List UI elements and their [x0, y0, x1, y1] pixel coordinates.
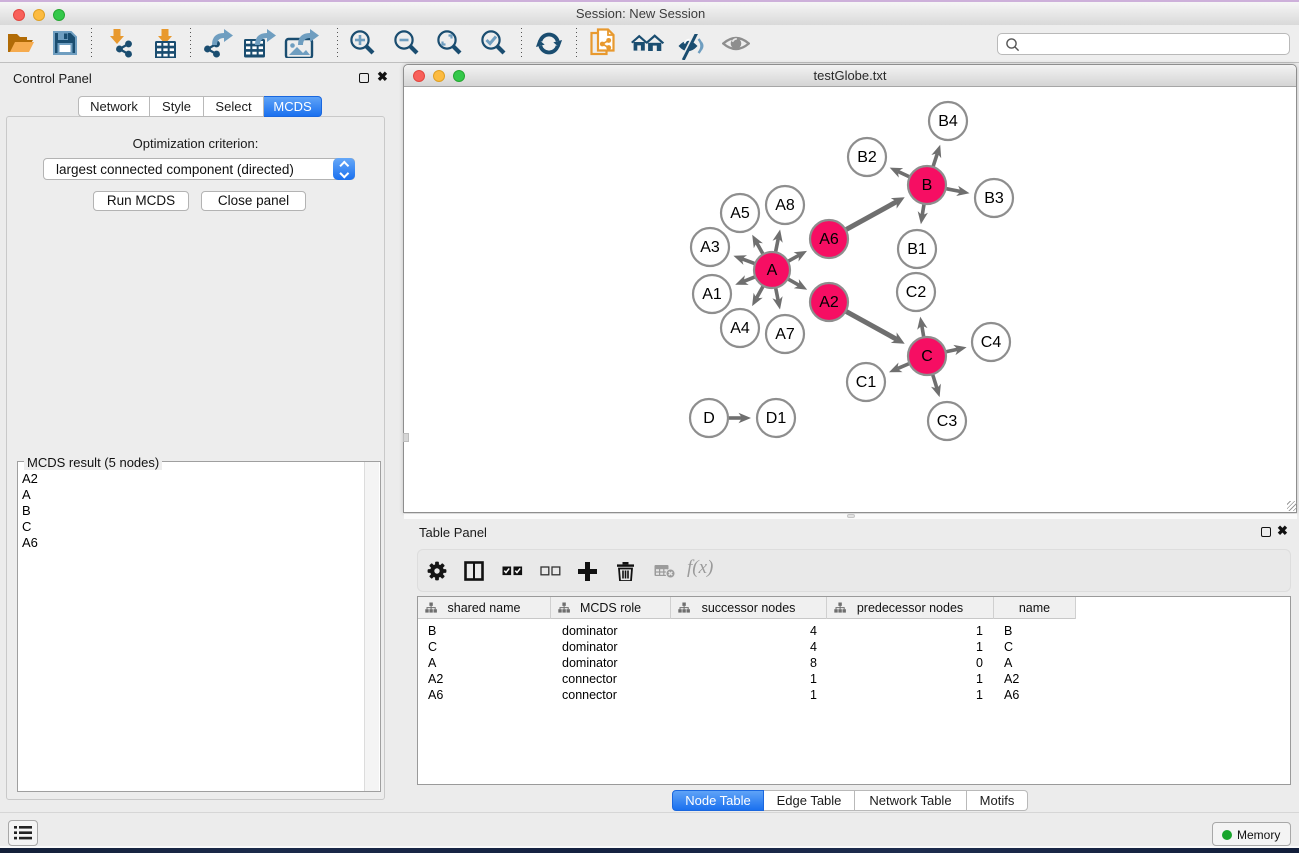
svg-text:A1: A1 — [702, 286, 722, 303]
svg-text:A5: A5 — [730, 205, 750, 222]
svg-text:A2: A2 — [819, 294, 839, 311]
svg-text:C3: C3 — [937, 413, 958, 430]
svg-text:A8: A8 — [775, 197, 795, 214]
svg-text:B2: B2 — [857, 149, 877, 166]
svg-text:A7: A7 — [775, 326, 795, 343]
svg-text:D1: D1 — [766, 410, 787, 427]
svg-text:A3: A3 — [700, 239, 720, 256]
svg-text:C: C — [921, 348, 933, 365]
svg-text:C1: C1 — [856, 374, 877, 391]
svg-text:B: B — [922, 177, 933, 194]
svg-text:B4: B4 — [938, 113, 958, 130]
svg-text:A6: A6 — [819, 231, 839, 248]
svg-text:B1: B1 — [907, 241, 927, 258]
svg-text:B3: B3 — [984, 190, 1004, 207]
svg-text:A: A — [767, 262, 778, 279]
svg-text:C2: C2 — [906, 284, 927, 301]
svg-text:C4: C4 — [981, 334, 1002, 351]
svg-text:D: D — [703, 410, 715, 427]
svg-text:A4: A4 — [730, 320, 750, 337]
